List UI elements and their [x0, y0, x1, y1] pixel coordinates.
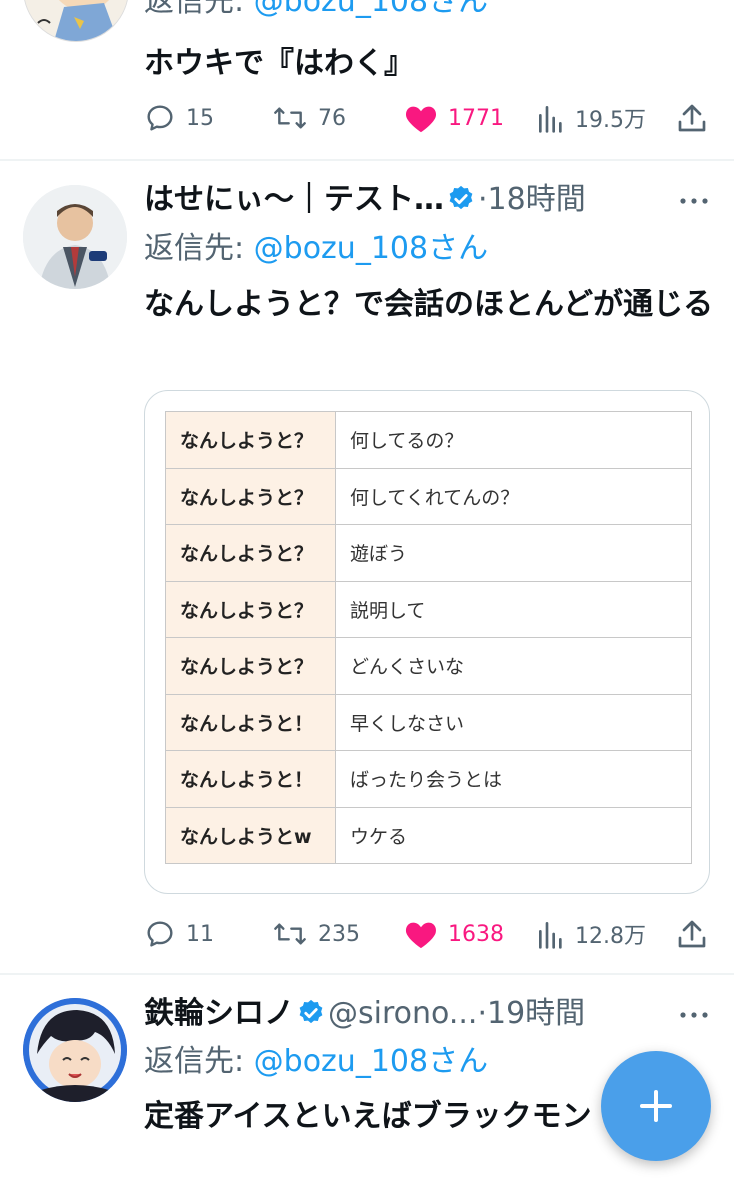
- views-count: 19.5万: [575, 108, 646, 133]
- tweet-actions: 11 235 1638 12.8万: [144, 914, 714, 954]
- table-cell-phrase: なんしようと！: [165, 693, 336, 751]
- tweet-text: ホウキで『はわく』: [144, 46, 414, 81]
- views-button[interactable]: 12.8万: [537, 914, 646, 954]
- table-cell-phrase: なんしようと？: [165, 524, 336, 582]
- table-cell-phrase: なんしようと？: [165, 637, 336, 695]
- retweet-icon: [274, 923, 306, 945]
- share-button[interactable]: [677, 914, 707, 954]
- tweet-2[interactable]: はせにぃ～｜テスト… ·18時間 返信先: @bozu_108さん なんしようと？…: [0, 161, 734, 973]
- table-cell-phrase: なんしようと？: [165, 580, 336, 638]
- table-cell-phrase: なんしようと！: [165, 750, 336, 808]
- retweet-icon: [274, 107, 306, 129]
- more-icon[interactable]: [676, 191, 712, 211]
- views-icon: [538, 106, 562, 133]
- tweet-header: はせにぃ～｜テスト… ·18時間: [144, 180, 586, 220]
- avatar[interactable]: [23, 0, 129, 42]
- views-icon: [538, 922, 562, 949]
- reply-icon: [147, 105, 173, 131]
- table-cell-meaning: ウケる: [335, 806, 692, 864]
- compose-plus-icon: [640, 1090, 672, 1122]
- views-count: 12.8万: [575, 924, 646, 949]
- table-row: なんしようと！ ばったり会うとは: [165, 750, 692, 808]
- like-icon: [405, 922, 437, 949]
- avatar-illustration-icon: [23, 998, 127, 1102]
- table-row: なんしようと？ 何してるの？: [165, 411, 692, 469]
- tweet-actions: 15 76 1771 19.5万: [144, 98, 714, 138]
- share-button[interactable]: [677, 98, 707, 138]
- verified-badge-icon: [299, 999, 323, 1024]
- timestamp[interactable]: ·19時間: [477, 996, 585, 1031]
- retweet-count: 76: [318, 105, 346, 131]
- tweet-header: 鉄輪シロノ @sirono...·19時間: [144, 994, 585, 1034]
- share-icon: [678, 104, 706, 132]
- table-cell-phrase: なんしようとw: [165, 806, 336, 864]
- user-handle[interactable]: @sirono...: [328, 996, 477, 1031]
- table-cell-meaning: 何してるの？: [335, 411, 692, 469]
- reply-count: 11: [186, 921, 214, 947]
- like-icon: [405, 106, 437, 133]
- avatar[interactable]: [23, 185, 127, 289]
- reply-to-handle[interactable]: @bozu_108さん: [254, 1044, 488, 1079]
- table-cell-meaning: 何してくれてんの？: [335, 467, 692, 525]
- reply-to-label: 返信先:: [144, 0, 254, 19]
- more-icon[interactable]: [676, 1005, 712, 1025]
- table-row: なんしようと？ 説明して: [165, 580, 692, 638]
- share-icon: [678, 920, 706, 948]
- reply-to-label: 返信先:: [144, 231, 254, 266]
- verified-badge-icon: [449, 185, 473, 210]
- tweet-text: なんしようと？で会話のほとんどが通じる: [144, 287, 714, 322]
- table-row: なんしようと？ どんくさいな: [165, 637, 692, 695]
- like-button[interactable]: 1638: [404, 914, 504, 954]
- avatar[interactable]: [23, 998, 127, 1102]
- reply-icon: [147, 921, 173, 947]
- table-row: なんしようと？ 何してくれてんの？: [165, 467, 692, 525]
- table-cell-meaning: 遊ぼう: [335, 524, 692, 582]
- table-row: なんしようとw ウケる: [165, 806, 692, 864]
- compose-button[interactable]: [601, 1051, 711, 1161]
- table-row: なんしようと！ 早くしなさい: [165, 693, 692, 751]
- reply-button[interactable]: 11: [144, 914, 214, 954]
- table-cell-phrase: なんしようと？: [165, 411, 336, 469]
- reply-to: 返信先: @bozu_108さん: [144, 1042, 488, 1082]
- table-cell-meaning: 説明して: [335, 580, 692, 638]
- like-button[interactable]: 1771: [404, 98, 504, 138]
- tweet-1[interactable]: 返信先: @bozu_108さん ホウキで『はわく』 15 76 1771 19…: [0, 0, 734, 160]
- reply-button[interactable]: 15: [144, 98, 214, 138]
- table-cell-phrase: なんしようと？: [165, 467, 336, 525]
- dialect-table: なんしようと？ 何してるの？ なんしようと？ 何してくれてんの？ なんしようと？ 遊ぼうな…: [165, 411, 692, 864]
- display-name[interactable]: 鉄輪シロノ: [144, 996, 294, 1031]
- avatar-photo-icon: [23, 185, 127, 289]
- avatar-illustration-icon: [24, 0, 128, 41]
- views-button[interactable]: 19.5万: [537, 98, 646, 138]
- timestamp[interactable]: ·18時間: [478, 182, 586, 217]
- reply-to-label: 返信先:: [144, 1044, 254, 1079]
- reply-to: 返信先: @bozu_108さん: [144, 229, 488, 269]
- media-image-card[interactable]: なんしようと？ 何してるの？ なんしようと？ 何してくれてんの？ なんしようと？ 遊ぼうな…: [144, 390, 710, 894]
- display-name[interactable]: はせにぃ～｜テスト…: [144, 182, 444, 217]
- retweet-button[interactable]: 235: [272, 914, 360, 954]
- table-cell-meaning: どんくさいな: [335, 637, 692, 695]
- table-cell-meaning: ばったり会うとは: [335, 750, 692, 808]
- like-count: 1771: [448, 105, 504, 131]
- reply-to-handle[interactable]: @bozu_108さん: [254, 0, 488, 19]
- reply-count: 15: [186, 105, 214, 131]
- table-cell-meaning: 早くしなさい: [335, 693, 692, 751]
- retweet-button[interactable]: 76: [272, 98, 346, 138]
- like-count: 1638: [448, 921, 504, 947]
- reply-to-handle[interactable]: @bozu_108さん: [254, 231, 488, 266]
- retweet-count: 235: [318, 921, 360, 947]
- table-row: なんしようと？ 遊ぼう: [165, 524, 692, 582]
- reply-to: 返信先: @bozu_108さん: [144, 0, 488, 22]
